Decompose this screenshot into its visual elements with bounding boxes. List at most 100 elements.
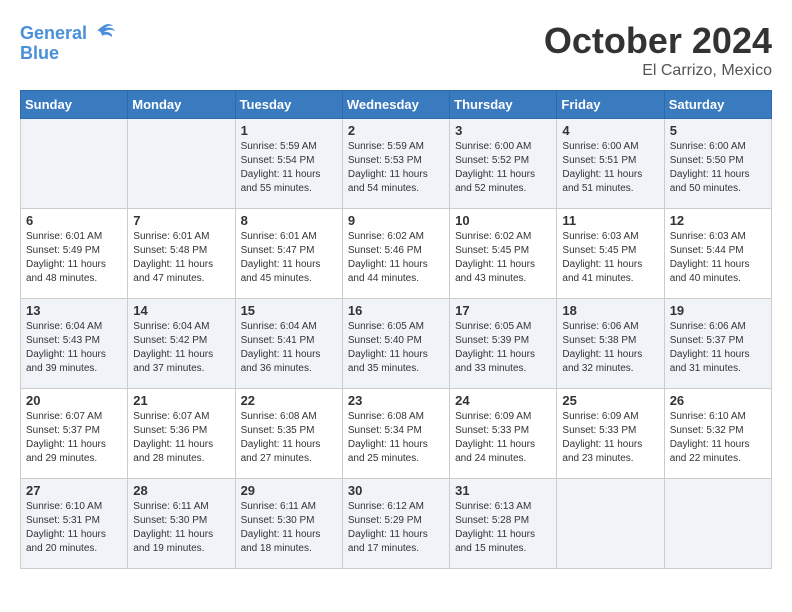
week-row-4: 20 Sunrise: 6:07 AM Sunset: 5:37 PM Dayli…	[21, 389, 772, 479]
day-cell: 30 Sunrise: 6:12 AM Sunset: 5:29 PM Dayli…	[342, 479, 449, 569]
day-info: Sunrise: 6:00 AM Sunset: 5:51 PM Dayligh…	[562, 140, 658, 196]
day-cell: 27 Sunrise: 6:10 AM Sunset: 5:31 PM Dayli…	[21, 479, 128, 569]
day-cell: 11 Sunrise: 6:03 AM Sunset: 5:45 PM Dayli…	[557, 209, 664, 299]
day-info: Sunrise: 6:01 AM Sunset: 5:48 PM Dayligh…	[133, 230, 229, 286]
day-number: 29	[241, 483, 337, 498]
day-cell: 3Sunrise: 6:00 AM Sunset: 5:52 PM Daylig…	[450, 119, 557, 209]
day-number: 5	[670, 123, 766, 138]
day-cell: 7Sunrise: 6:01 AM Sunset: 5:48 PM Daylig…	[128, 209, 235, 299]
day-info: Sunrise: 6:03 AM Sunset: 5:44 PM Dayligh…	[670, 230, 766, 286]
day-number: 14	[133, 303, 229, 318]
title-block: October 2024 El Carrizo, Mexico	[544, 20, 772, 80]
day-header-friday: Friday	[557, 91, 664, 119]
day-info: Sunrise: 6:08 AM Sunset: 5:35 PM Dayligh…	[241, 410, 337, 466]
day-number: 24	[455, 393, 551, 408]
day-cell	[128, 119, 235, 209]
day-header-saturday: Saturday	[664, 91, 771, 119]
day-info: Sunrise: 6:09 AM Sunset: 5:33 PM Dayligh…	[455, 410, 551, 466]
day-cell: 17 Sunrise: 6:05 AM Sunset: 5:39 PM Dayli…	[450, 299, 557, 389]
day-cell: 9 Sunrise: 6:02 AM Sunset: 5:46 PM Daylig…	[342, 209, 449, 299]
calendar-subtitle: El Carrizo, Mexico	[544, 62, 772, 80]
day-info: Sunrise: 6:07 AM Sunset: 5:36 PM Dayligh…	[133, 410, 229, 466]
day-header-monday: Monday	[128, 91, 235, 119]
page-header: General Blue October 2024 El Carrizo, Me…	[20, 20, 772, 80]
day-number: 13	[26, 303, 122, 318]
day-cell: 19 Sunrise: 6:06 AM Sunset: 5:37 PM Dayli…	[664, 299, 771, 389]
day-number: 17	[455, 303, 551, 318]
day-number: 10	[455, 213, 551, 228]
day-info: Sunrise: 6:07 AM Sunset: 5:37 PM Dayligh…	[26, 410, 122, 466]
day-info: Sunrise: 6:06 AM Sunset: 5:37 PM Dayligh…	[670, 320, 766, 376]
day-info: Sunrise: 6:12 AM Sunset: 5:29 PM Dayligh…	[348, 500, 444, 556]
day-info: Sunrise: 6:10 AM Sunset: 5:32 PM Dayligh…	[670, 410, 766, 466]
day-info: Sunrise: 6:10 AM Sunset: 5:31 PM Dayligh…	[26, 500, 122, 556]
calendar-table: SundayMondayTuesdayWednesdayThursdayFrid…	[20, 90, 772, 569]
day-number: 12	[670, 213, 766, 228]
logo-text: General	[20, 24, 87, 44]
day-info: Sunrise: 6:05 AM Sunset: 5:40 PM Dayligh…	[348, 320, 444, 376]
day-info: Sunrise: 6:11 AM Sunset: 5:30 PM Dayligh…	[241, 500, 337, 556]
day-info: Sunrise: 6:11 AM Sunset: 5:30 PM Dayligh…	[133, 500, 229, 556]
day-cell: 2Sunrise: 5:59 AM Sunset: 5:53 PM Daylig…	[342, 119, 449, 209]
day-info: Sunrise: 6:04 AM Sunset: 5:43 PM Dayligh…	[26, 320, 122, 376]
day-number: 15	[241, 303, 337, 318]
day-number: 11	[562, 213, 658, 228]
day-info: Sunrise: 6:00 AM Sunset: 5:50 PM Dayligh…	[670, 140, 766, 196]
day-number: 9	[348, 213, 444, 228]
day-cell: 12 Sunrise: 6:03 AM Sunset: 5:44 PM Dayli…	[664, 209, 771, 299]
logo-bird-icon	[89, 20, 117, 48]
day-cell	[664, 479, 771, 569]
day-info: Sunrise: 6:08 AM Sunset: 5:34 PM Dayligh…	[348, 410, 444, 466]
day-info: Sunrise: 6:09 AM Sunset: 5:33 PM Dayligh…	[562, 410, 658, 466]
day-number: 3	[455, 123, 551, 138]
day-number: 31	[455, 483, 551, 498]
day-info: Sunrise: 5:59 AM Sunset: 5:53 PM Dayligh…	[348, 140, 444, 196]
day-cell: 4Sunrise: 6:00 AM Sunset: 5:51 PM Daylig…	[557, 119, 664, 209]
header-row: SundayMondayTuesdayWednesdayThursdayFrid…	[21, 91, 772, 119]
day-info: Sunrise: 6:01 AM Sunset: 5:49 PM Dayligh…	[26, 230, 122, 286]
calendar-title: October 2024	[544, 20, 772, 62]
day-cell: 16Sunrise: 6:05 AM Sunset: 5:40 PM Dayli…	[342, 299, 449, 389]
day-cell: 23 Sunrise: 6:08 AM Sunset: 5:34 PM Dayli…	[342, 389, 449, 479]
day-cell: 18Sunrise: 6:06 AM Sunset: 5:38 PM Dayli…	[557, 299, 664, 389]
day-cell: 31Sunrise: 6:13 AM Sunset: 5:28 PM Dayli…	[450, 479, 557, 569]
day-info: Sunrise: 6:04 AM Sunset: 5:42 PM Dayligh…	[133, 320, 229, 376]
day-header-tuesday: Tuesday	[235, 91, 342, 119]
day-info: Sunrise: 6:05 AM Sunset: 5:39 PM Dayligh…	[455, 320, 551, 376]
day-header-sunday: Sunday	[21, 91, 128, 119]
day-number: 30	[348, 483, 444, 498]
day-cell: 20 Sunrise: 6:07 AM Sunset: 5:37 PM Dayli…	[21, 389, 128, 479]
day-number: 26	[670, 393, 766, 408]
day-number: 25	[562, 393, 658, 408]
day-cell: 5 Sunrise: 6:00 AM Sunset: 5:50 PM Daylig…	[664, 119, 771, 209]
week-row-1: 1Sunrise: 5:59 AM Sunset: 5:54 PM Daylig…	[21, 119, 772, 209]
day-number: 8	[241, 213, 337, 228]
day-cell: 26 Sunrise: 6:10 AM Sunset: 5:32 PM Dayli…	[664, 389, 771, 479]
day-cell: 14 Sunrise: 6:04 AM Sunset: 5:42 PM Dayli…	[128, 299, 235, 389]
day-cell: 8 Sunrise: 6:01 AM Sunset: 5:47 PM Daylig…	[235, 209, 342, 299]
day-number: 20	[26, 393, 122, 408]
week-row-5: 27 Sunrise: 6:10 AM Sunset: 5:31 PM Dayli…	[21, 479, 772, 569]
day-cell: 28 Sunrise: 6:11 AM Sunset: 5:30 PM Dayli…	[128, 479, 235, 569]
day-cell: 24 Sunrise: 6:09 AM Sunset: 5:33 PM Dayli…	[450, 389, 557, 479]
day-number: 23	[348, 393, 444, 408]
day-info: Sunrise: 6:06 AM Sunset: 5:38 PM Dayligh…	[562, 320, 658, 376]
day-number: 22	[241, 393, 337, 408]
logo-text2: Blue	[20, 44, 59, 64]
day-number: 27	[26, 483, 122, 498]
day-number: 28	[133, 483, 229, 498]
week-row-3: 13 Sunrise: 6:04 AM Sunset: 5:43 PM Dayli…	[21, 299, 772, 389]
day-info: Sunrise: 6:03 AM Sunset: 5:45 PM Dayligh…	[562, 230, 658, 286]
day-number: 19	[670, 303, 766, 318]
day-cell: 10 Sunrise: 6:02 AM Sunset: 5:45 PM Dayli…	[450, 209, 557, 299]
logo: General Blue	[20, 20, 117, 64]
day-number: 1	[241, 123, 337, 138]
day-info: Sunrise: 6:01 AM Sunset: 5:47 PM Dayligh…	[241, 230, 337, 286]
day-info: Sunrise: 6:04 AM Sunset: 5:41 PM Dayligh…	[241, 320, 337, 376]
day-number: 21	[133, 393, 229, 408]
day-info: Sunrise: 6:02 AM Sunset: 5:46 PM Dayligh…	[348, 230, 444, 286]
day-info: Sunrise: 6:02 AM Sunset: 5:45 PM Dayligh…	[455, 230, 551, 286]
day-cell: 1Sunrise: 5:59 AM Sunset: 5:54 PM Daylig…	[235, 119, 342, 209]
day-cell	[557, 479, 664, 569]
day-number: 6	[26, 213, 122, 228]
